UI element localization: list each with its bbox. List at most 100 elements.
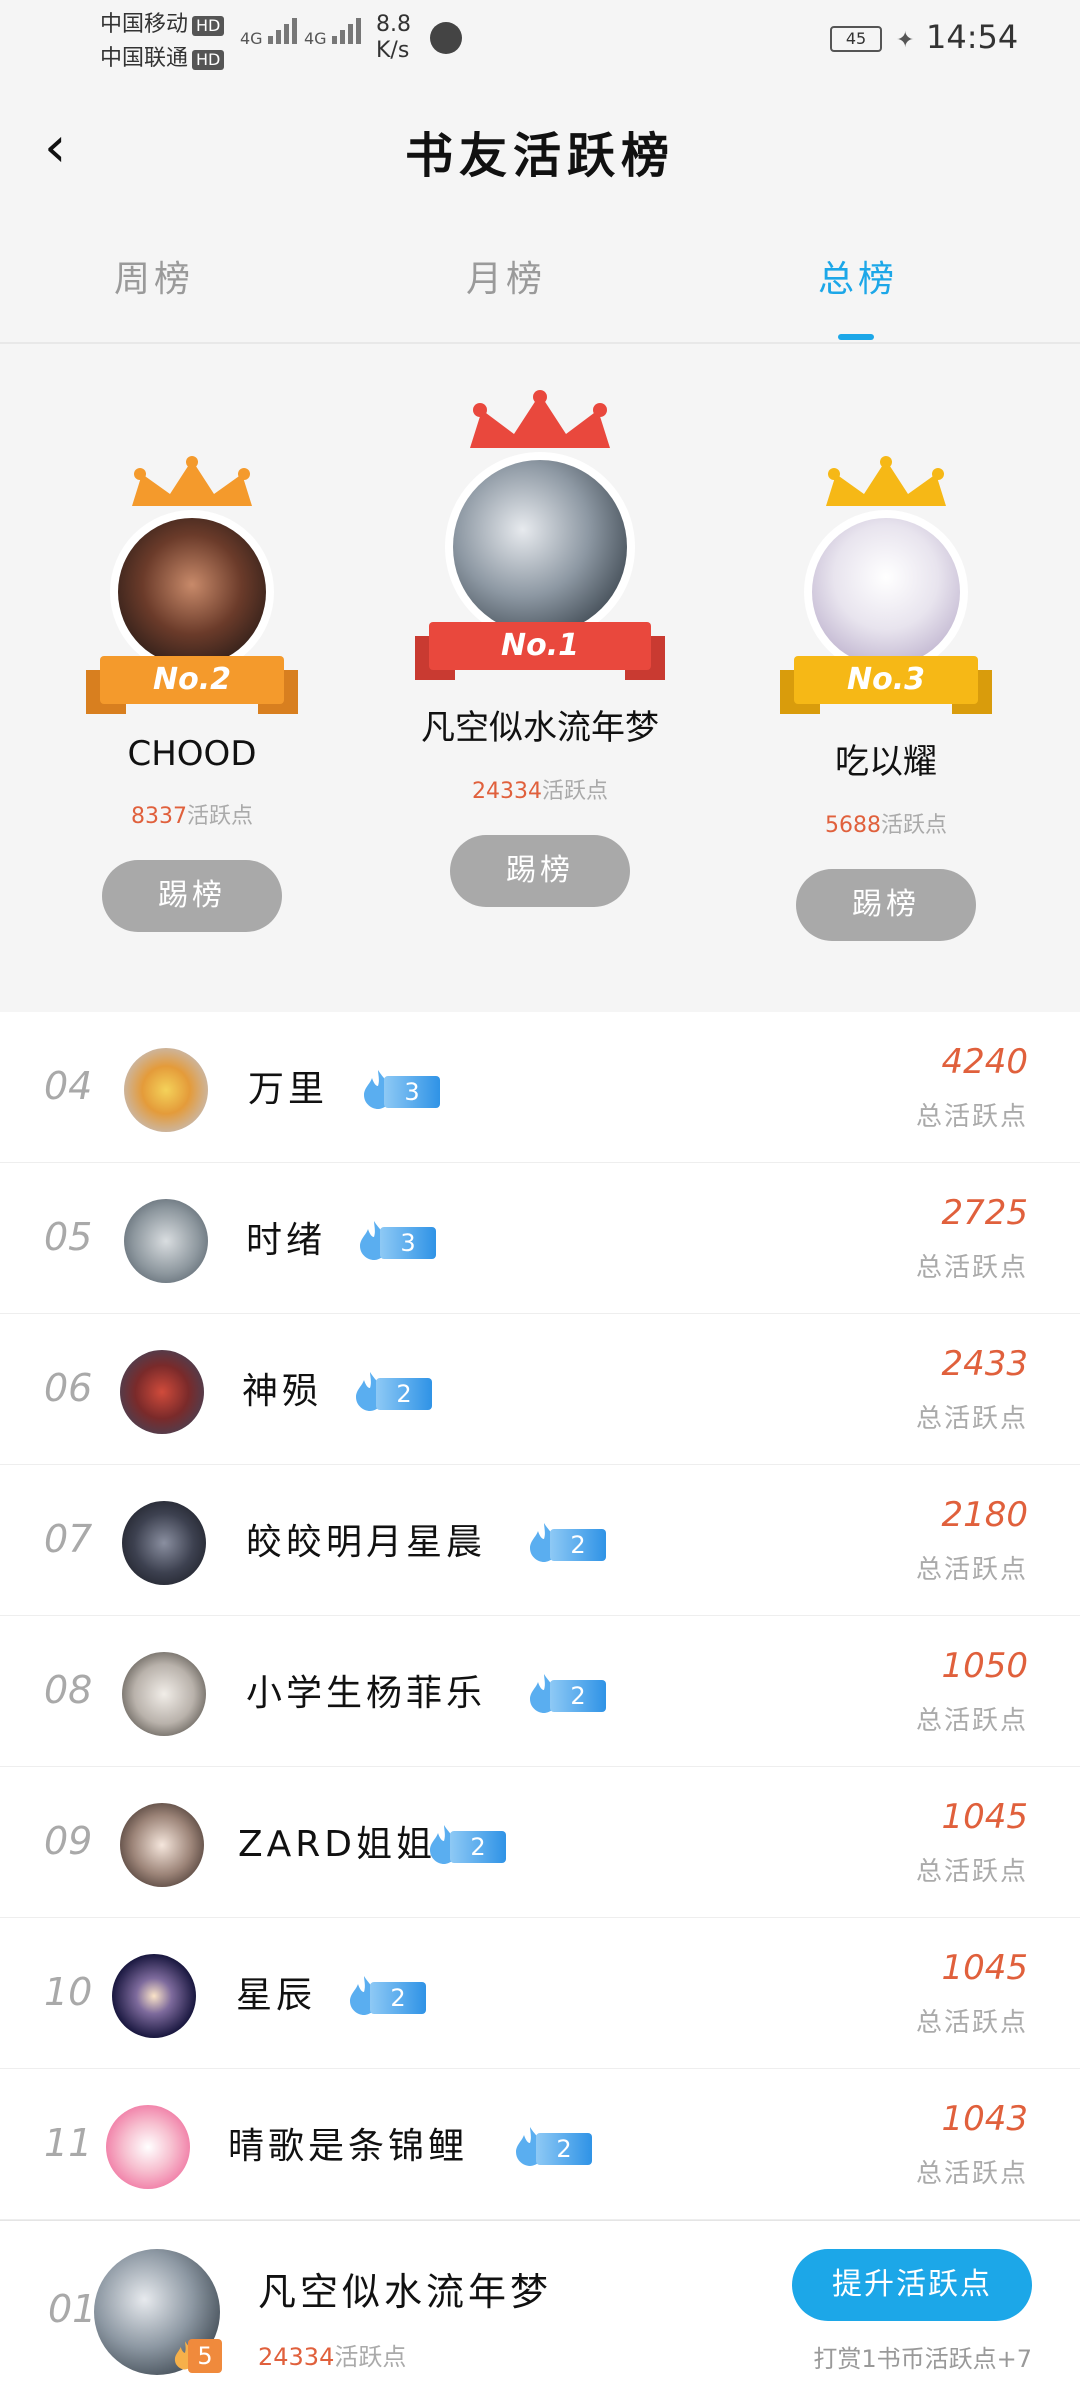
reward-tip: 打赏1书币活跃点+7 bbox=[813, 2345, 1032, 2373]
podium-points: 8337活跃点 bbox=[130, 804, 253, 829]
list-item[interactable]: 10 星辰 2 1045 总活跃点 bbox=[0, 1918, 1080, 2069]
score-label: 总活跃点 bbox=[915, 1706, 1028, 1736]
kick-button[interactable]: 踢榜 bbox=[450, 835, 630, 907]
kick-button[interactable]: 踢榜 bbox=[102, 860, 282, 932]
score-label: 总活跃点 bbox=[915, 1404, 1028, 1434]
user-name: 神殒 bbox=[242, 1371, 323, 1412]
score-value: 1050 bbox=[941, 1646, 1028, 1686]
score-label: 总活跃点 bbox=[915, 2159, 1028, 2189]
avatar bbox=[124, 1048, 208, 1132]
rank-ribbon: No.3 bbox=[780, 656, 992, 714]
level-badge: 2 bbox=[426, 1825, 508, 1864]
score-value: 1045 bbox=[941, 1797, 1028, 1837]
ranking-list: 04 万里 3 4240 总活跃点 05 时绪 3 2725 总活跃点 06 神… bbox=[0, 1012, 1080, 2220]
podium-second[interactable]: No.2 CHOOD 8337活跃点 踢榜 bbox=[42, 456, 342, 932]
list-item[interactable]: 06 神殒 2 2433 总活跃点 bbox=[0, 1314, 1080, 1465]
score-label: 总活跃点 bbox=[915, 2008, 1028, 2038]
podium-name: CHOOD bbox=[127, 734, 257, 774]
crown-icon bbox=[470, 390, 610, 448]
level-badge: 2 bbox=[352, 1372, 434, 1411]
rank-badge: No.3 bbox=[794, 656, 978, 704]
network-type-1: 4G bbox=[240, 29, 263, 48]
list-item[interactable]: 11 晴歌是条锦鲤 2 1043 总活跃点 bbox=[0, 2069, 1080, 2220]
rank-badge: No.2 bbox=[100, 656, 284, 704]
my-rank-number: 01 bbox=[48, 2287, 97, 2331]
network-speed: 8.8 K/s bbox=[376, 12, 411, 63]
signal-icon: 4G bbox=[240, 18, 300, 48]
score-label: 总活跃点 bbox=[915, 1102, 1028, 1132]
podium-name: 吃以耀 bbox=[835, 742, 937, 782]
list-item[interactable]: 05 时绪 3 2725 总活跃点 bbox=[0, 1163, 1080, 1314]
level-badge: 3 bbox=[360, 1070, 442, 1109]
carrier-info: 中国移动 HD 中国联通 HD bbox=[100, 8, 225, 76]
podium-points: 24334活跃点 bbox=[471, 779, 608, 804]
leaf-icon: ✦ bbox=[896, 28, 915, 53]
avatar bbox=[120, 1803, 204, 1887]
header: ‹ 书友活跃榜 bbox=[0, 80, 1080, 210]
podium-points: 5688活跃点 bbox=[824, 813, 947, 838]
status-bar: 中国移动 HD 中国联通 HD 4G 4G 8.8 K/s 45 ✦ 14:54 bbox=[0, 0, 1080, 80]
page-title: 书友活跃榜 bbox=[404, 128, 675, 184]
list-item[interactable]: 08 小学生杨菲乐 2 1050 总活跃点 bbox=[0, 1616, 1080, 1767]
crown-icon bbox=[132, 456, 252, 506]
rank-ribbon: No.1 bbox=[415, 622, 665, 680]
rank-number: 06 bbox=[44, 1366, 93, 1410]
list-item[interactable]: 09 ZARD姐姐 2 1045 总活跃点 bbox=[0, 1767, 1080, 1918]
kick-button[interactable]: 踢榜 bbox=[796, 869, 976, 941]
score-value: 2433 bbox=[941, 1344, 1028, 1384]
tab-weekly[interactable]: 周榜 bbox=[54, 250, 254, 302]
user-name: 万里 bbox=[248, 1069, 329, 1110]
score-value: 1043 bbox=[941, 2099, 1028, 2139]
avatar bbox=[120, 1350, 204, 1434]
boost-activity-button[interactable]: 提升活跃点 bbox=[792, 2249, 1032, 2321]
score-value: 2180 bbox=[941, 1495, 1028, 1535]
podium-third[interactable]: No.3 吃以耀 5688活跃点 踢榜 bbox=[736, 456, 1036, 941]
rank-badge: No.1 bbox=[429, 622, 651, 670]
tab-monthly[interactable]: 月榜 bbox=[406, 250, 606, 302]
my-level-badge: 5 bbox=[172, 2339, 222, 2373]
score-label: 总活跃点 bbox=[915, 1857, 1028, 1887]
list-item[interactable]: 04 万里 3 4240 总活跃点 bbox=[0, 1012, 1080, 1163]
my-points: 24334活跃点 bbox=[258, 2343, 407, 2371]
crown-icon bbox=[826, 456, 946, 506]
rank-number: 07 bbox=[44, 1517, 93, 1561]
clock: 14:54 bbox=[926, 18, 1019, 56]
avatar bbox=[110, 510, 274, 674]
carrier-2: 中国联通 bbox=[100, 46, 189, 71]
hd-badge-2: HD bbox=[192, 50, 225, 70]
rank-number: 05 bbox=[44, 1215, 93, 1259]
signal-icon-2: 4G bbox=[304, 18, 364, 48]
network-type-2: 4G bbox=[304, 29, 327, 48]
user-name: 皎皎明月星晨 bbox=[246, 1522, 487, 1563]
user-name: 星辰 bbox=[236, 1975, 317, 2016]
user-name: ZARD姐姐 bbox=[238, 1824, 437, 1865]
user-name: 晴歌是条锦鲤 bbox=[228, 2126, 469, 2167]
score-label: 总活跃点 bbox=[915, 1253, 1028, 1283]
globe-icon bbox=[430, 22, 462, 54]
list-item[interactable]: 07 皎皎明月星晨 2 2180 总活跃点 bbox=[0, 1465, 1080, 1616]
avatar bbox=[106, 2105, 190, 2189]
podium-first[interactable]: No.1 凡空似水流年梦 24334活跃点 踢榜 bbox=[390, 390, 690, 907]
rank-number: 10 bbox=[44, 1970, 93, 2014]
rank-number: 09 bbox=[44, 1819, 93, 1863]
carrier-1: 中国移动 bbox=[100, 12, 189, 37]
tab-active-indicator bbox=[838, 334, 874, 340]
my-rank-bar: 01 5 凡空似水流年梦 24334活跃点 提升活跃点 打赏1书币活跃点+7 bbox=[0, 2220, 1080, 2400]
podium: No.2 CHOOD 8337活跃点 踢榜 No.1 凡空似水流年梦 24334… bbox=[0, 344, 1080, 992]
avatar bbox=[122, 1501, 206, 1585]
rank-number: 11 bbox=[44, 2121, 93, 2165]
rank-number: 08 bbox=[44, 1668, 93, 1712]
score-label: 总活跃点 bbox=[915, 1555, 1028, 1585]
score-value: 1045 bbox=[941, 1948, 1028, 1988]
level-badge: 2 bbox=[526, 1674, 608, 1713]
tab-total[interactable]: 总榜 bbox=[758, 250, 958, 302]
rank-number: 04 bbox=[44, 1064, 93, 1108]
level-badge: 2 bbox=[512, 2127, 594, 2166]
avatar bbox=[122, 1652, 206, 1736]
avatar bbox=[804, 510, 968, 674]
avatar bbox=[112, 1954, 196, 2038]
level-badge: 2 bbox=[346, 1976, 428, 2015]
score-value: 4240 bbox=[941, 1042, 1028, 1082]
avatar bbox=[124, 1199, 208, 1283]
level-badge: 2 bbox=[526, 1523, 608, 1562]
